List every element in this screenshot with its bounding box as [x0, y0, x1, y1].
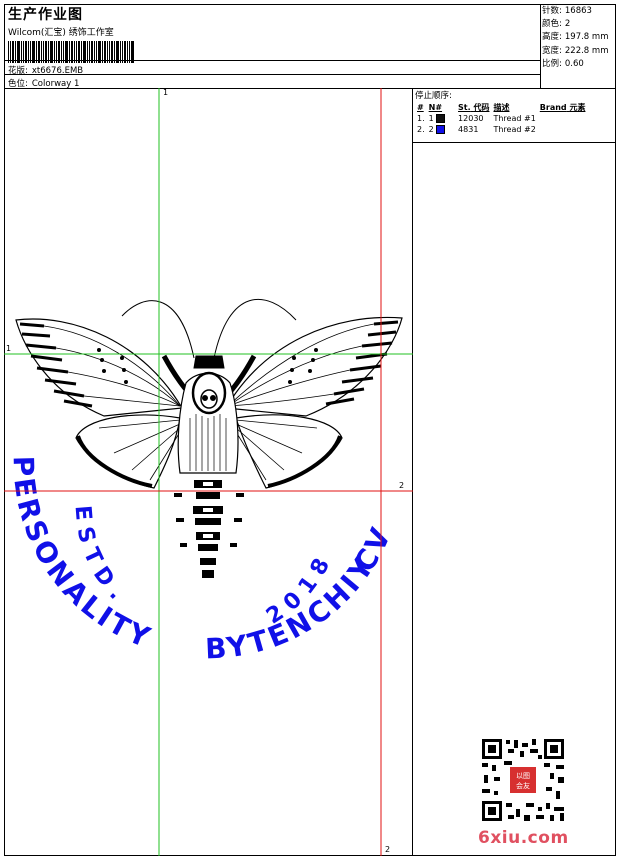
- row-brand: [538, 113, 588, 124]
- divider: [540, 4, 541, 88]
- divider: [4, 74, 540, 75]
- col-stitches: St. 代码: [456, 101, 491, 113]
- stats-panel: 针数: 16863 颜色: 2 高度: 197.8 mm 宽度: 222.8 mm 比例…: [542, 4, 616, 70]
- color-count-label: 颜色:: [542, 19, 562, 30]
- site-watermark: 6xiu.com: [478, 828, 569, 848]
- stitch-count-label: 针数:: [542, 6, 562, 16]
- antenna-left: [121, 300, 195, 359]
- header-panel: 生产作业图 Wilcom(汇宝) 绣饰工作室 花版: xt6676.EMB 色位:…: [4, 4, 540, 89]
- height-label: 高度:: [542, 32, 562, 43]
- sheet-title: 生产作业图: [8, 7, 83, 23]
- thread-swatch: [436, 125, 446, 134]
- height-row: 高度: 197.8 mm: [542, 30, 616, 43]
- guide-label-v2: 2: [385, 845, 391, 854]
- row-index: 2.: [417, 125, 425, 134]
- embroidery-design: PERSONALITY BYTENCHIY CV ESTD. 2018: [4, 88, 413, 856]
- stitch-count-row: 针数: 16863: [542, 4, 616, 17]
- qr-seal-text: 以图: [516, 772, 530, 780]
- col-description: 描述: [493, 102, 510, 112]
- stitch-count-value: 16863: [564, 6, 592, 16]
- thread-swatch: [436, 114, 446, 123]
- row-needle: 2: [427, 124, 456, 135]
- color-count-value: 2: [564, 19, 571, 30]
- col-needle: N#: [428, 102, 443, 112]
- svg-text:会友: 会友: [516, 781, 530, 790]
- row-needle-number: 2: [428, 125, 434, 134]
- width-row: 宽度: 222.8 mm: [542, 44, 616, 57]
- color-count-row: 颜色: 2: [542, 17, 616, 30]
- company-name: Wilcom(汇宝) 绣饰工作室: [8, 28, 114, 38]
- table-row: 2. 2 4831 Thread #2: [415, 124, 587, 135]
- col-stitches-label: St.: [458, 102, 471, 112]
- width-value: 222.8 mm: [564, 45, 609, 56]
- table-row: 1. 1 12030 Thread #1: [415, 113, 587, 124]
- scale-row: 比例: 0.60: [542, 57, 616, 70]
- divider: [4, 60, 540, 61]
- row-needle-number: 1: [428, 114, 434, 123]
- scale-value: 0.60: [564, 58, 584, 69]
- design-canvas: PERSONALITY BYTENCHIY CV ESTD. 2018 1 1 …: [4, 88, 413, 856]
- col-brand-label: Brand: [539, 102, 567, 112]
- guide-label-h2: 2: [399, 481, 405, 490]
- stop-sequence-panel: 停止顺序: # N# St. 代码 描述 Brand 元素 1. 1 12030…: [413, 88, 616, 143]
- guide-label-h1: 1: [6, 344, 12, 353]
- moth-head: [193, 355, 225, 369]
- height-value: 197.8 mm: [564, 32, 609, 43]
- qr-code: 以图 会友: [480, 737, 566, 823]
- row-description: Thread #2: [493, 125, 536, 134]
- right-lower-wing: [235, 414, 343, 489]
- row-brand: [538, 124, 588, 135]
- row-index: 1.: [417, 114, 425, 123]
- col-index: #: [417, 102, 424, 112]
- scale-label: 比例:: [542, 58, 562, 69]
- col-element-label: 元素: [569, 102, 586, 112]
- stop-sequence-table: # N# St. 代码 描述 Brand 元素 1. 1 12030 Threa…: [415, 101, 587, 135]
- moth-abdomen: [193, 480, 223, 578]
- row-stitches: 4831: [458, 125, 479, 134]
- col-code-label: 代码: [473, 102, 490, 112]
- guide-label-v1: 1: [163, 88, 169, 97]
- row-needle: 1: [427, 113, 456, 124]
- stop-sequence-heading: 停止顺序:: [415, 91, 452, 101]
- col-brand: Brand 元素: [538, 101, 588, 113]
- table-header-row: # N# St. 代码 描述 Brand 元素: [415, 101, 587, 113]
- row-stitches: 12030: [458, 114, 484, 123]
- row-description: Thread #1: [493, 114, 536, 123]
- width-label: 宽度:: [542, 45, 562, 56]
